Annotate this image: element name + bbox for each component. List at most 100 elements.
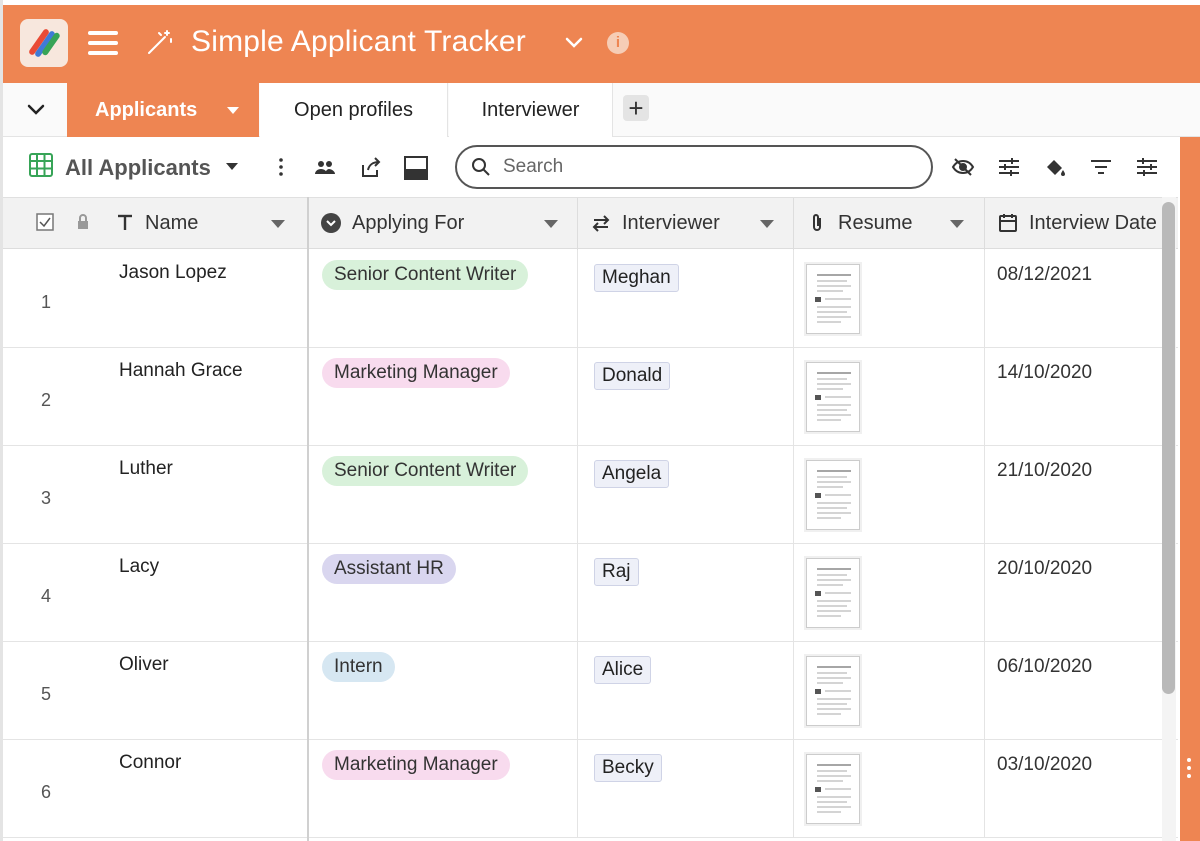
interview-date: 08/12/2021 [997,264,1093,285]
table-row[interactable]: 3 Luther Senior Content Writer Angela 21… [3,446,1178,544]
interview-date: 14/10/2020 [997,362,1093,383]
interview-date-cell[interactable]: 14/10/2020 [985,348,1178,446]
more-vertical-icon[interactable] [269,155,293,179]
row-number: 1 [41,292,52,312]
applying-for-cell[interactable]: Assistant HR [308,544,578,642]
drag-handle-icon[interactable] [1187,758,1193,782]
column-header-resume[interactable]: Resume [794,198,985,250]
interviewer-cell[interactable]: Raj [578,544,794,642]
resume-cell[interactable] [794,446,985,544]
table-row[interactable]: 2 Hannah Grace Marketing Manager Donald [3,348,1178,446]
resume-thumbnail[interactable] [806,754,860,824]
resume-thumbnail[interactable] [806,460,860,530]
interview-date-cell[interactable]: 03/10/2020 [985,740,1178,838]
resume-cell[interactable] [794,544,985,642]
hamburger-icon[interactable] [88,31,118,55]
view-name[interactable]: All Applicants [65,155,211,181]
name-cell[interactable]: 2 Hannah Grace [3,348,308,446]
tab-open-profiles[interactable]: Open profiles [260,83,448,137]
add-tab-button[interactable]: + [623,95,649,121]
interviewer-link[interactable]: Meghan [594,264,679,292]
interview-date: 21/10/2020 [997,460,1093,481]
tab-applicants[interactable]: Applicants [67,83,259,137]
resume-thumbnail[interactable] [806,656,860,726]
applicant-name: Oliver [119,654,169,675]
interviewer-cell[interactable]: Alice [578,642,794,740]
row-number: 6 [41,782,52,802]
interviewer-link[interactable]: Angela [594,460,670,488]
people-icon[interactable] [313,155,337,179]
interviewer-link[interactable]: Becky [594,754,662,782]
search-input[interactable] [503,155,903,179]
name-cell[interactable]: 6 Connor [3,740,308,838]
resume-thumbnail[interactable] [806,558,860,628]
magic-wand-icon[interactable] [143,27,175,59]
interviewer-cell[interactable]: Becky [578,740,794,838]
caret-down-icon[interactable] [950,220,964,228]
interview-date-cell[interactable]: 08/12/2021 [985,250,1178,348]
row-height-icon[interactable] [403,155,428,180]
interviewer-link[interactable]: Alice [594,656,652,684]
search-field[interactable] [455,145,933,189]
resume-cell[interactable] [794,250,985,348]
caret-down-icon[interactable] [760,220,774,228]
name-cell[interactable]: 4 Lacy [3,544,308,642]
applicants-table: Name Applying For Interviewer Resume Int… [3,197,1178,841]
column-header-name[interactable]: Name [3,198,308,250]
resume-cell[interactable] [794,642,985,740]
column-header-interviewer[interactable]: Interviewer [578,198,794,250]
role-tag: Marketing Manager [322,750,510,780]
column-header-interview-date[interactable]: Interview Date [985,198,1178,250]
sliders-icon[interactable] [997,155,1021,179]
caret-down-icon[interactable] [227,107,239,114]
interview-date-cell[interactable]: 21/10/2020 [985,446,1178,544]
table-row[interactable]: 6 Connor Marketing Manager Becky 03/10/2… [3,740,1178,838]
grid-view-icon[interactable] [29,153,53,177]
column-header-applying-for[interactable]: Applying For [308,198,578,250]
app-title[interactable]: Simple Applicant Tracker [191,25,526,59]
applying-for-cell[interactable]: Intern [308,642,578,740]
interviewer-cell[interactable]: Donald [578,348,794,446]
side-panel-rail[interactable] [1180,137,1200,841]
table-row[interactable]: 5 Oliver Intern Alice 06/10/2020 [3,642,1178,740]
resume-thumbnail[interactable] [806,362,860,432]
caret-down-icon[interactable] [271,220,285,228]
resume-cell[interactable] [794,348,985,446]
stackby-logo-icon[interactable] [20,19,68,67]
caret-down-icon[interactable] [544,220,558,228]
caret-down-icon[interactable] [226,163,238,170]
interviewer-link[interactable]: Donald [594,362,671,390]
interviewer-link[interactable]: Raj [594,558,639,586]
role-tag: Assistant HR [322,554,456,584]
sort-icon[interactable] [1135,155,1159,179]
resume-thumbnail[interactable] [806,264,860,334]
interview-date-cell[interactable]: 06/10/2020 [985,642,1178,740]
select-all-checkbox[interactable] [35,212,57,234]
interview-date-cell[interactable]: 20/10/2020 [985,544,1178,642]
interviewer-cell[interactable]: Meghan [578,250,794,348]
applying-for-cell[interactable]: Marketing Manager [308,348,578,446]
table-row[interactable]: 1 Jason Lopez Senior Content Writer Megh… [3,250,1178,348]
column-label: Interviewer [622,212,720,234]
name-cell[interactable]: 3 Luther [3,446,308,544]
frozen-column-divider[interactable] [307,197,309,841]
vertical-scrollbar-thumb[interactable] [1162,202,1175,694]
interviewer-cell[interactable]: Angela [578,446,794,544]
view-toolbar: All Applicants [3,137,1178,197]
table-row[interactable]: 4 Lacy Assistant HR Raj 20/10/2020 [3,544,1178,642]
applicant-name: Luther [119,458,173,479]
hide-fields-icon[interactable] [951,155,975,179]
share-icon[interactable] [359,155,383,179]
resume-cell[interactable] [794,740,985,838]
filter-icon[interactable] [1089,155,1113,179]
name-cell[interactable]: 1 Jason Lopez [3,250,308,348]
info-icon[interactable]: i [607,32,629,54]
tab-interviewer[interactable]: Interviewer [449,83,613,137]
chevron-down-icon[interactable] [25,99,47,121]
chevron-down-icon[interactable] [563,35,585,51]
name-cell[interactable]: 5 Oliver [3,642,308,740]
applying-for-cell[interactable]: Senior Content Writer [308,250,578,348]
applying-for-cell[interactable]: Marketing Manager [308,740,578,838]
applying-for-cell[interactable]: Senior Content Writer [308,446,578,544]
paint-bucket-icon[interactable] [1043,155,1067,179]
